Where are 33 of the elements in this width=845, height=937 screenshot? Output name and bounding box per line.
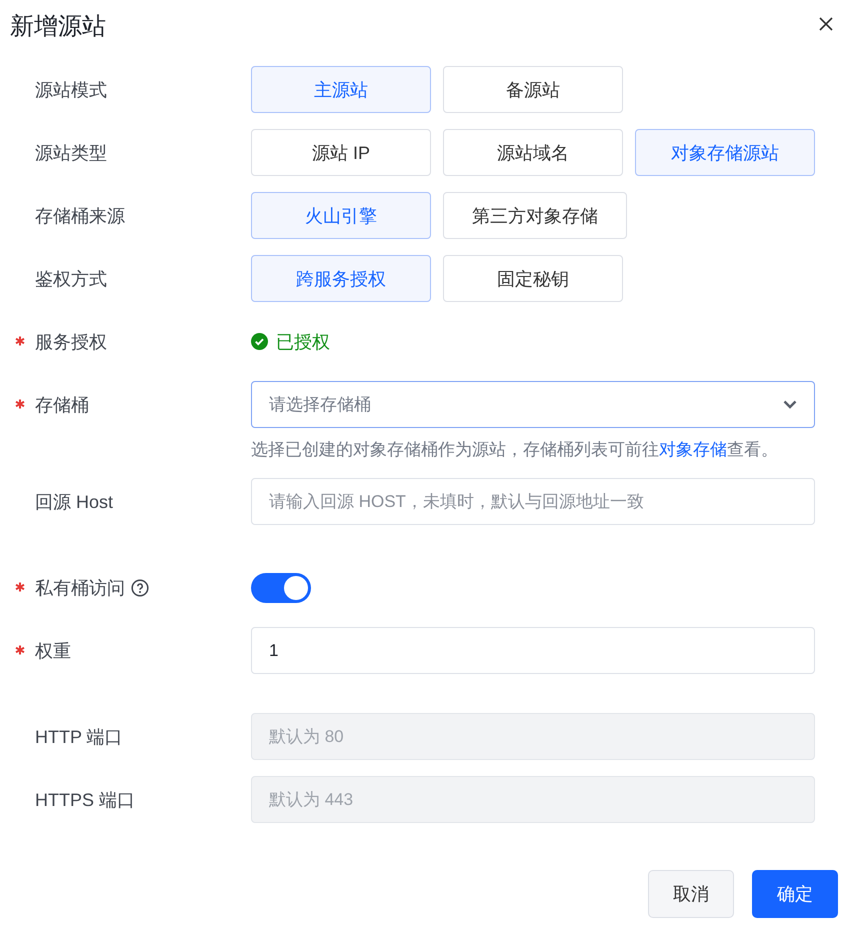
option-button[interactable]: 主源站 (251, 66, 431, 113)
toggle-switch[interactable] (251, 572, 311, 602)
field-label: HTTPS 端口 (35, 788, 136, 812)
field-label: 源站类型 (35, 142, 107, 164)
input-field[interactable]: 请输入回源 HOST，未填时，默认与回源地址一致 (251, 478, 815, 525)
link[interactable]: 对象存储 (659, 440, 727, 459)
option-button[interactable]: 火山引擎 (251, 192, 431, 239)
cancel-button[interactable]: 取消 (648, 870, 734, 918)
option-button[interactable]: 备源站 (443, 66, 623, 113)
field-label: 权重 (35, 640, 71, 662)
field-label: 存储桶来源 (35, 204, 125, 228)
option-button[interactable]: 固定秘钥 (443, 255, 623, 302)
select-field[interactable]: 请选择存储桶 (251, 381, 815, 428)
field-label: 源站模式 (35, 78, 107, 102)
status-text: 已授权 (276, 330, 330, 354)
hint-text: 选择已创建的对象存储桶作为源站，存储桶列表可前往对象存储查看。 (251, 439, 779, 461)
option-button[interactable]: 跨服务授权 (251, 255, 431, 302)
field-label: 回源 Host (35, 490, 114, 514)
option-button[interactable]: 第三方对象存储 (443, 192, 627, 239)
option-button[interactable]: 对象存储源站 (635, 129, 815, 176)
help-icon[interactable] (131, 578, 149, 596)
option-button[interactable]: 源站域名 (443, 129, 623, 176)
dialog-title: 新增源站 (10, 12, 106, 42)
confirm-button[interactable]: 确定 (752, 870, 838, 918)
field-label: 鉴权方式 (35, 268, 107, 290)
field-label: HTTP 端口 (35, 726, 123, 748)
input-field[interactable]: 1 (251, 627, 815, 674)
field-label: 私有桶访问 (35, 576, 125, 600)
chevron-down-icon (783, 400, 797, 409)
field-label: 服务授权 (35, 330, 107, 354)
check-circle-icon (251, 333, 268, 350)
field-label: 存储桶 (35, 394, 89, 416)
option-button[interactable]: 源站 IP (251, 129, 431, 176)
